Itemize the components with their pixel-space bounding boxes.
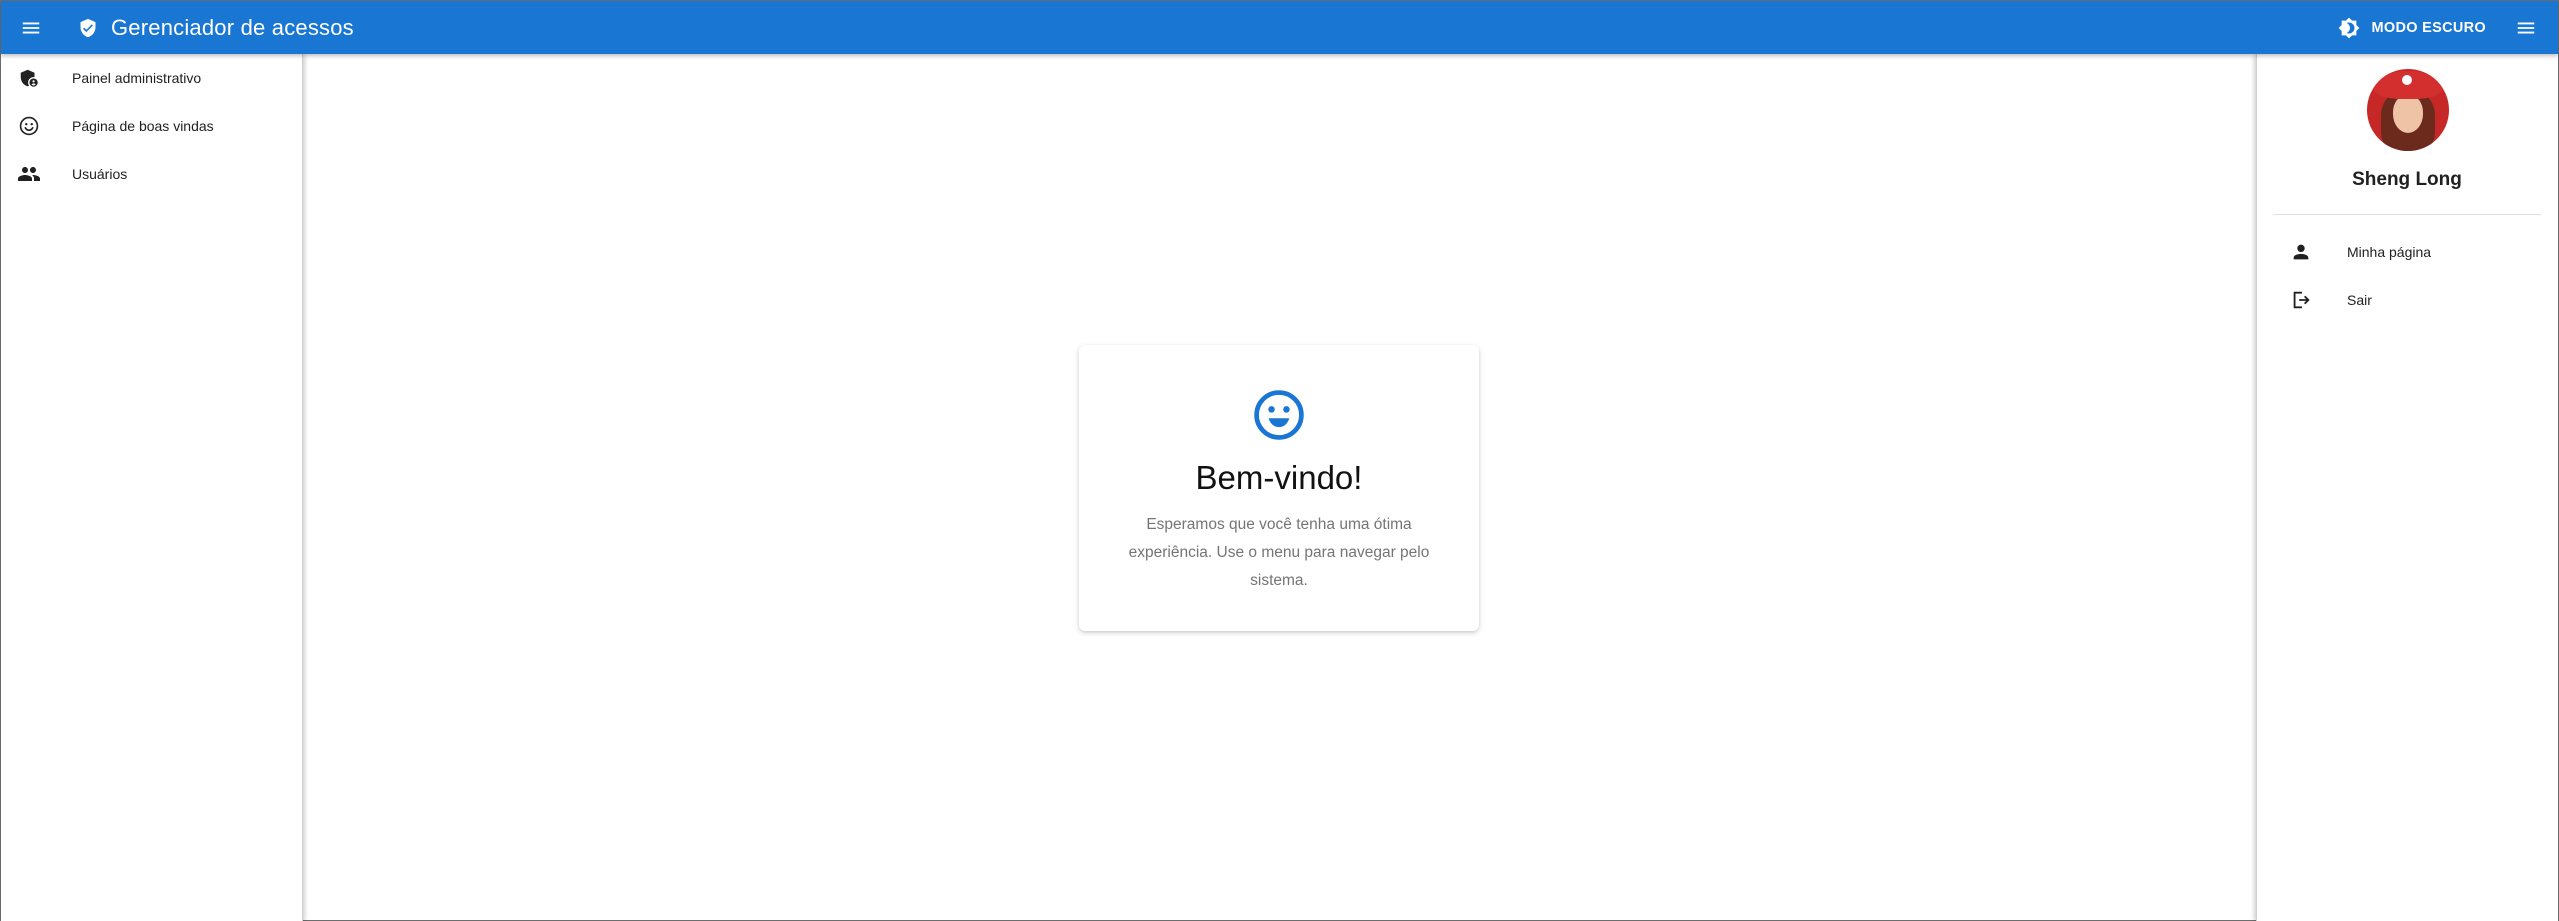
avatar <box>2367 69 2449 151</box>
menu-toggle-button[interactable] <box>15 12 47 44</box>
person-icon <box>2289 240 2313 264</box>
logout-icon <box>2289 288 2313 312</box>
hamburger-menu-icon <box>2517 22 2535 33</box>
nav-item-label: Minha página <box>2347 244 2432 260</box>
smiley-icon <box>1079 387 1479 443</box>
nav-item-label: Sair <box>2347 292 2372 308</box>
nav-item-label: Usuários <box>72 166 128 182</box>
hamburger-menu-icon <box>22 22 40 33</box>
divider <box>2273 214 2541 215</box>
nav-item-users[interactable]: Usuários <box>1 150 302 198</box>
nav-item-logout[interactable]: Sair <box>2257 276 2557 324</box>
dark-mode-label: MODO ESCURO <box>2371 19 2486 36</box>
user-drawer: Sheng Long Minha página Sair <box>2256 54 2558 921</box>
user-name: Sheng Long <box>2352 169 2462 190</box>
dark-mode-button[interactable]: MODO ESCURO <box>2328 11 2496 45</box>
welcome-card: Bem-vindo! Esperamos que você tenha uma … <box>1079 345 1479 631</box>
app-bar: Gerenciador de acessos MODO ESCURO <box>1 1 2558 54</box>
shield-check-icon <box>77 17 99 39</box>
welcome-title: Bem-vindo! <box>1195 459 1363 496</box>
welcome-message: Esperamos que você tenha uma ótima exper… <box>1128 516 1430 589</box>
brightness-icon <box>2338 17 2359 38</box>
left-navigation-drawer: Painel administrativo Página de boas vin… <box>1 54 303 921</box>
user-menu: Minha página Sair <box>2257 228 2557 324</box>
smiley-icon <box>17 114 41 138</box>
app-title: Gerenciador de acessos <box>111 14 354 40</box>
nav-item-label: Painel administrativo <box>72 70 202 86</box>
admin-shield-icon <box>17 66 41 90</box>
nav-item-label: Página de boas vindas <box>72 118 214 134</box>
nav-item-admin-panel[interactable]: Painel administrativo <box>1 54 302 102</box>
nav-item-my-page[interactable]: Minha página <box>2257 228 2557 276</box>
people-icon <box>17 162 41 186</box>
nav-item-welcome-page[interactable]: Página de boas vindas <box>1 102 302 150</box>
user-menu-toggle-button[interactable] <box>2510 12 2542 44</box>
